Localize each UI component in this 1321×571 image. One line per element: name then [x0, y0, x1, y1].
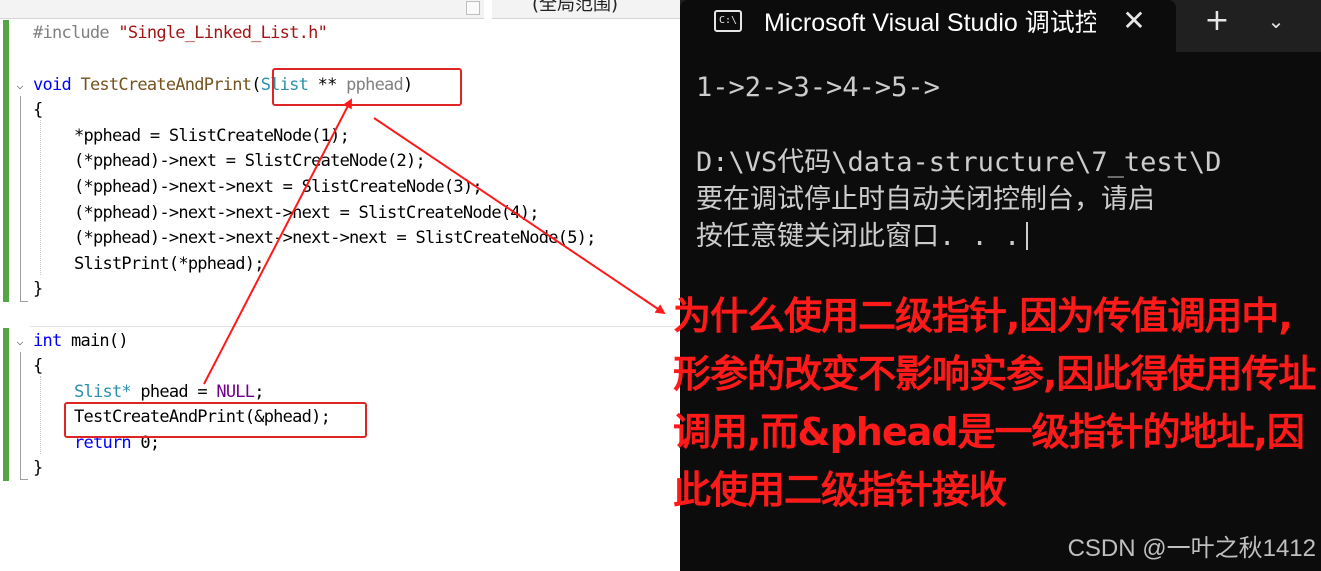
- fold-toggle-icon[interactable]: ⌵: [14, 79, 26, 91]
- code-line[interactable]: (*pphead)->next = SlistCreateNode(2);: [74, 151, 426, 171]
- console-prompt-line: 按任意键关闭此窗口. . .: [696, 220, 1029, 254]
- change-tracking-bar: [3, 328, 9, 481]
- code-line[interactable]: }: [33, 458, 43, 478]
- terminal-tab-title: Microsoft Visual Studio 调试控制台: [764, 9, 1096, 37]
- terminal-tab-bar: C:\ Microsoft Visual Studio 调试控制台 ✕ + ⌄: [680, 0, 1321, 52]
- code-line[interactable]: }: [33, 279, 43, 299]
- code-line[interactable]: {: [33, 100, 43, 120]
- code-line[interactable]: int main(): [33, 331, 129, 351]
- terminal-tab[interactable]: C:\ Microsoft Visual Studio 调试控制台 ✕: [680, 0, 1176, 52]
- annotation-text: 为什么使用二级指针,因为传值调用中,形参的改变不影响实参,因此得使用传址调用,而…: [673, 294, 1316, 512]
- code-line[interactable]: Slist* phead = NULL;: [74, 382, 265, 402]
- editor-scope-dropdown[interactable]: [0, 0, 484, 19]
- editor-navigation-bar: (全局范围): [0, 0, 680, 19]
- console-hint-line: 要在调试停止时自动关闭控制台，请启: [696, 184, 1155, 215]
- close-tab-icon[interactable]: ✕: [1120, 4, 1148, 38]
- code-line[interactable]: {: [33, 356, 43, 376]
- new-tab-icon[interactable]: +: [1200, 4, 1234, 38]
- console-path-line: D:\VS代码\data-structure\7_test\D: [696, 147, 1222, 178]
- fold-toggle-icon[interactable]: ⌵: [14, 335, 26, 347]
- console-output-line: 1->2->3->4->5->: [696, 72, 940, 103]
- csdn-watermark: CSDN @一叶之秋1412: [1067, 535, 1316, 562]
- text-cursor: [1026, 222, 1029, 250]
- code-line[interactable]: SlistPrint(*pphead);: [74, 254, 264, 274]
- member-scope-dropdown[interactable]: (全局范围): [492, 0, 680, 19]
- chevron-down-icon[interactable]: ⌄: [1262, 4, 1290, 38]
- code-line[interactable]: #include "Single_Linked_List.h": [33, 23, 328, 43]
- code-line[interactable]: *pphead = SlistCreateNode(1);: [74, 126, 350, 146]
- code-line[interactable]: (*pphead)->next->next->next->next = Slis…: [74, 228, 596, 248]
- change-tracking-bar: [3, 20, 9, 302]
- highlight-box-param: [272, 68, 462, 106]
- code-line[interactable]: (*pphead)->next->next = SlistCreateNode(…: [74, 177, 483, 197]
- code-editor[interactable]: (全局范围) ⌵ ⌵ #include "Single_Linked_List.…: [0, 0, 680, 571]
- code-line[interactable]: (*pphead)->next->next->next = SlistCreat…: [74, 203, 540, 223]
- dropdown-button[interactable]: [466, 1, 480, 15]
- console-icon: C:\: [714, 10, 742, 32]
- scope-label: (全局范围): [532, 0, 619, 15]
- highlight-box-call: [64, 402, 367, 438]
